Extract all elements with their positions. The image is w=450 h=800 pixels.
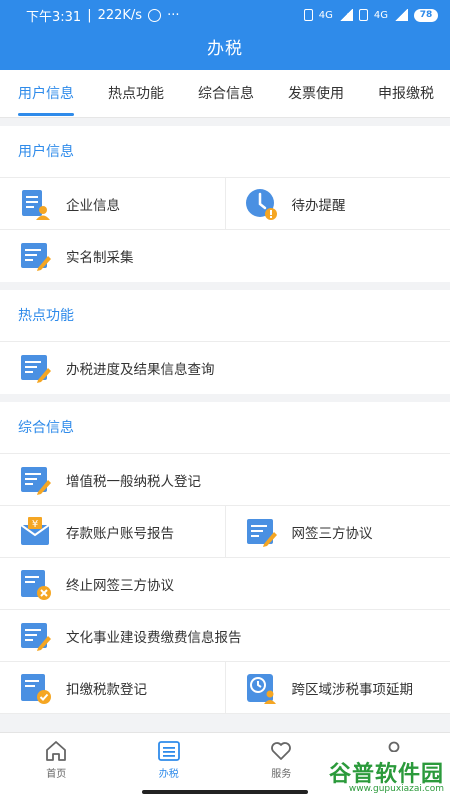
item-label: 办税进度及结果信息查询 xyxy=(66,362,215,378)
sim-icon-2 xyxy=(358,9,368,21)
status-speed: 222K/s xyxy=(97,7,143,23)
status-time: 下午3:31 xyxy=(26,9,82,25)
watermark-url: www.gupuxiazai.com xyxy=(348,784,444,794)
watermark-logo: 谷普软件园 www.gupuxiazai.com xyxy=(312,752,450,800)
sim-icon xyxy=(303,9,313,21)
doc-cancel-icon xyxy=(21,569,51,600)
form-edit-icon xyxy=(246,518,277,547)
item-withholding-registration[interactable]: 扣缴税款登记 xyxy=(0,662,225,713)
nav-home[interactable]: 首页 xyxy=(0,733,113,800)
nav-label: 办税 xyxy=(158,769,179,780)
bank-yuan-icon: ¥ xyxy=(20,516,50,545)
heart-icon xyxy=(271,742,292,760)
grid-row: 文化事业建设费缴费信息报告 xyxy=(0,610,450,662)
page-title: 办税 xyxy=(207,39,243,59)
company-doc-icon xyxy=(22,189,50,220)
tab-declare-pay[interactable]: 申报缴税 xyxy=(360,70,450,117)
item-company-info[interactable]: 企业信息 xyxy=(0,178,225,229)
item-deposit-account-report[interactable]: ¥ 存款账户账号报告 xyxy=(0,506,225,557)
category-tabs: 用户信息 热点功能 综合信息 发票使用 申报缴税 xyxy=(0,70,450,118)
form-edit-icon xyxy=(21,622,51,651)
item-terminate-agreement[interactable]: 终止网签三方协议 xyxy=(0,558,450,609)
form-edit-icon xyxy=(21,243,51,271)
section-title: 用户信息 xyxy=(0,126,450,178)
item-label: 网签三方协议 xyxy=(291,525,373,542)
app-header: 下午3:31 | 222K/s ··· 4G 4G 78 办税 xyxy=(0,0,450,70)
tab-invoice-use[interactable]: 发票使用 xyxy=(270,70,360,117)
item-label: 企业信息 xyxy=(66,197,120,214)
form-edit-icon xyxy=(21,466,51,495)
net-label-2: 4G xyxy=(373,9,388,21)
section-hot-functions: 热点功能 办税进度及结果信息查询 xyxy=(0,290,450,394)
nav-label: 服务 xyxy=(271,769,292,780)
net-label-1: 4G xyxy=(318,9,333,21)
nav-label: 首页 xyxy=(46,769,67,780)
item-cross-region-extension[interactable]: 跨区域涉税事项延期 xyxy=(224,662,450,713)
section-title: 热点功能 xyxy=(0,290,450,342)
item-label: 增值税一般纳税人登记 xyxy=(66,473,201,490)
item-culture-fee-report[interactable]: 文化事业建设费缴费信息报告 xyxy=(0,610,450,661)
item-label: 待办提醒 xyxy=(291,197,346,214)
battery-icon: 78 xyxy=(414,8,438,22)
form-edit-icon xyxy=(21,355,51,383)
item-vat-registration[interactable]: 增值税一般纳税人登记 xyxy=(0,454,450,505)
item-label: 实名制采集 xyxy=(66,250,134,266)
grid-row: 实名制采集 xyxy=(0,230,450,282)
item-online-tripartite-agreement[interactable]: 网签三方协议 xyxy=(224,506,450,557)
grid-row: ¥ 存款账户账号报告 网签三方协议 xyxy=(0,506,450,558)
item-label: 文化事业建设费缴费信息报告 xyxy=(66,629,242,646)
item-real-name-collection[interactable]: 实名制采集 xyxy=(0,230,450,282)
doc-check-icon xyxy=(21,673,51,704)
section-general-info: 综合信息 增值税一般纳税人登记 ¥ 存款账户账号报告 网签三方协议 终止网签三方… xyxy=(0,402,450,714)
more-dots: ··· xyxy=(167,7,180,23)
item-label: 跨区域涉税事项延期 xyxy=(291,681,414,698)
grid-row: 增值税一般纳税人登记 xyxy=(0,454,450,506)
list-icon xyxy=(157,741,180,761)
alarm-icon xyxy=(148,8,162,22)
grid-row: 企业信息 待办提醒 xyxy=(0,178,450,230)
home-icon xyxy=(46,741,67,761)
status-bar: 下午3:31 | 222K/s ··· 4G 4G 78 xyxy=(0,0,450,30)
svg-text:¥: ¥ xyxy=(32,519,38,530)
item-label: 扣缴税款登记 xyxy=(66,681,147,698)
item-label: 终止网签三方协议 xyxy=(66,577,174,594)
tab-hot-functions[interactable]: 热点功能 xyxy=(90,70,180,117)
grid-row: 办税进度及结果信息查询 xyxy=(0,342,450,394)
signal-icon xyxy=(338,9,353,21)
item-progress-query[interactable]: 办税进度及结果信息查询 xyxy=(0,342,450,394)
tab-general-info[interactable]: 综合信息 xyxy=(180,70,270,117)
section-title: 综合信息 xyxy=(0,402,450,454)
item-label: 存款账户账号报告 xyxy=(66,525,174,542)
grid-row: 扣缴税款登记 跨区域涉税事项延期 xyxy=(0,662,450,714)
tab-user-info[interactable]: 用户信息 xyxy=(0,70,90,117)
clock-user-icon xyxy=(246,673,276,704)
section-user-info: 用户信息 企业信息 待办提醒 实名制采集 xyxy=(0,126,450,282)
grid-row: 终止网签三方协议 xyxy=(0,558,450,610)
main-content: 用户信息 企业信息 待办提醒 实名制采集 热点功能 办税进度及结果信息查询 综合… xyxy=(0,126,450,722)
item-todo-reminder[interactable]: 待办提醒 xyxy=(224,178,450,229)
clock-alert-icon xyxy=(245,188,277,220)
signal-icon-2 xyxy=(394,9,408,21)
home-indicator[interactable] xyxy=(142,790,308,794)
